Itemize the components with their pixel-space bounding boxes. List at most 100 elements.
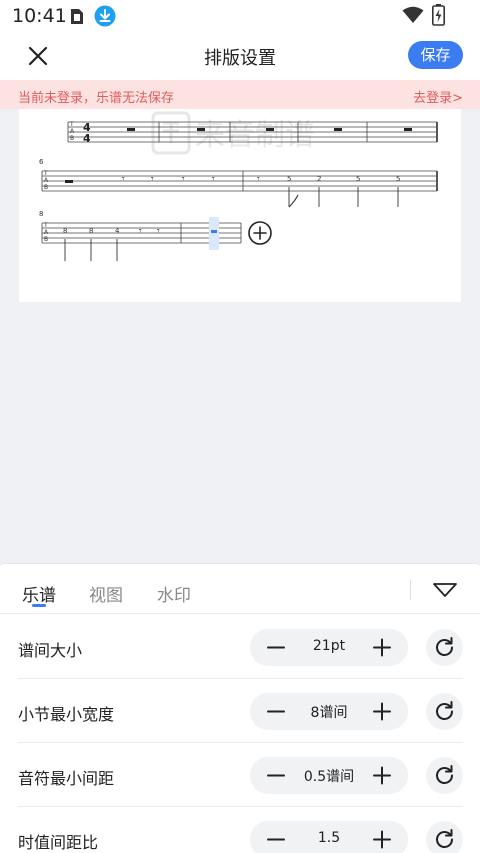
plus-icon xyxy=(373,766,391,785)
fret-number: 8 xyxy=(89,227,93,235)
setting-value: 1.5 xyxy=(317,830,341,846)
fret-number: 5 xyxy=(356,175,360,183)
active-tab-indicator xyxy=(32,604,46,607)
eighth-rest: 𝄾 xyxy=(139,226,142,237)
decrement-button[interactable] xyxy=(250,757,302,794)
whole-rest xyxy=(334,128,342,131)
status-time: 10:41 xyxy=(12,5,67,27)
download-icon xyxy=(94,5,116,27)
minus-icon xyxy=(267,774,285,777)
setting-row-note-min-spacing: 音符最小间距 0.5谱间 xyxy=(18,743,463,807)
tab-clef: A xyxy=(70,128,75,135)
fret-number: 4 xyxy=(115,227,120,235)
plus-icon xyxy=(373,702,391,721)
tab-clef: T xyxy=(43,170,48,177)
setting-value: 8谱间 xyxy=(310,705,348,721)
eighth-rest: 𝄾 xyxy=(157,226,160,237)
decrement-button[interactable] xyxy=(250,629,302,666)
note-min-spacing-stepper: 0.5谱间 xyxy=(250,757,408,794)
tab-view[interactable]: 视图 xyxy=(89,581,123,606)
settings-tabs: 乐谱 视图 水印 xyxy=(0,564,480,614)
measure-number: 6 xyxy=(39,158,44,166)
tab-clef: B xyxy=(44,184,48,191)
selected-measure-cursor xyxy=(209,217,219,250)
reset-button[interactable] xyxy=(426,693,463,730)
staff-system-2: 6 T A B 𝄾 𝄾 𝄾 𝄾 𝄾 5 2 5 5 xyxy=(39,158,438,208)
wifi-icon xyxy=(402,6,424,23)
fret-number: 5 xyxy=(396,175,400,183)
whole-rest xyxy=(197,128,205,131)
tab-clef: A xyxy=(44,229,49,236)
reset-icon xyxy=(436,637,453,656)
eighth-rest: 𝄾 xyxy=(151,174,154,185)
half-rest xyxy=(65,180,73,183)
tab-score[interactable]: 乐谱 xyxy=(22,581,56,606)
reset-button[interactable] xyxy=(426,757,463,794)
decrement-button[interactable] xyxy=(250,821,302,853)
fret-number: 2 xyxy=(317,175,321,183)
measure-min-width-stepper: 8谱间 xyxy=(250,693,408,730)
decrement-button[interactable] xyxy=(250,693,302,730)
eighth-flag xyxy=(288,194,299,208)
setting-label: 音符最小间距 xyxy=(18,769,115,788)
fret-number: 5 xyxy=(287,175,291,183)
tab-watermark[interactable]: 水印 xyxy=(157,581,191,606)
reset-button[interactable] xyxy=(426,629,463,666)
reset-icon xyxy=(436,765,453,784)
fret-number: 8 xyxy=(63,227,67,235)
watermark: 来音制谱 xyxy=(151,111,315,155)
setting-row-staff-spacing: 谱间大小 21pt xyxy=(18,615,463,679)
settings-panel: 乐谱 视图 水印 谱间大小 21pt 小节最小宽度 8谱间 音符最小间距 0.5… xyxy=(0,563,480,853)
plus-icon xyxy=(373,830,391,849)
score-sheet[interactable]: 来音制谱 T A B 4 4 6 T A B 𝄾 𝄾 𝄾 𝄾 𝄾 5 2 5 5… xyxy=(19,109,461,302)
duration-spacing-ratio-stepper: 1.5 xyxy=(250,821,408,853)
login-link[interactable]: 去登录> xyxy=(413,87,463,106)
eighth-rest: 𝄾 xyxy=(212,174,215,185)
tab-clef: B xyxy=(70,135,74,142)
sim-card-icon xyxy=(71,9,83,24)
staff-spacing-stepper: 21pt xyxy=(250,629,408,666)
tab-clef: B xyxy=(44,236,48,243)
increment-button[interactable] xyxy=(356,821,408,853)
setting-label: 谱间大小 xyxy=(18,641,83,660)
login-banner: 当前未登录，乐谱无法保存 去登录> xyxy=(0,80,480,109)
setting-value: 0.5谱间 xyxy=(303,769,355,785)
watermark-text: 来音制谱 xyxy=(195,118,315,153)
tab-clef: A xyxy=(44,177,49,184)
setting-label: 时值间距比 xyxy=(18,833,99,852)
minus-icon xyxy=(267,646,285,649)
app-bar: 排版设置 保存 xyxy=(0,32,480,80)
reset-icon xyxy=(436,701,453,720)
whole-rest xyxy=(127,128,135,131)
increment-button[interactable] xyxy=(356,693,408,730)
triangle-down-icon xyxy=(433,583,457,597)
tab-clef: T xyxy=(43,222,48,229)
eighth-rest: 𝄾 xyxy=(182,174,185,185)
eighth-rest: 𝄾 xyxy=(257,174,260,185)
setting-value: 21pt xyxy=(312,638,346,654)
setting-row-measure-min-width: 小节最小宽度 8谱间 xyxy=(18,679,463,743)
setting-row-duration-spacing-ratio: 时值间距比 1.5 xyxy=(18,807,463,853)
setting-label: 小节最小宽度 xyxy=(18,705,115,724)
whole-rest xyxy=(266,128,274,131)
tab-divider xyxy=(410,580,411,600)
plus-icon xyxy=(373,638,391,657)
minus-icon xyxy=(267,710,285,713)
login-banner-message: 当前未登录，乐谱无法保存 xyxy=(18,91,175,106)
tab-score: 来音制谱 T A B 4 4 6 T A B 𝄾 𝄾 𝄾 𝄾 𝄾 5 2 5 5… xyxy=(39,111,438,261)
save-button[interactable]: 保存 xyxy=(408,41,463,69)
score-canvas[interactable]: 来音制谱 T A B 4 4 6 T A B 𝄾 𝄾 𝄾 𝄾 𝄾 5 2 5 5… xyxy=(0,109,480,563)
increment-button[interactable] xyxy=(356,629,408,666)
whole-rest xyxy=(404,128,412,131)
battery-charging-icon xyxy=(432,4,445,26)
circle-plus-icon[interactable] xyxy=(248,221,272,245)
measure-number: 8 xyxy=(39,210,43,218)
staff-system-3: 8 T A B 8 8 4 𝄾 𝄾 xyxy=(39,210,272,261)
reset-button[interactable] xyxy=(426,821,463,853)
status-bar: 10:41 xyxy=(0,0,480,32)
increment-button[interactable] xyxy=(356,757,408,794)
time-signature-bottom: 4 xyxy=(83,132,91,145)
reset-icon xyxy=(436,829,453,848)
collapse-panel-button[interactable] xyxy=(430,579,460,601)
minus-icon xyxy=(267,838,285,841)
